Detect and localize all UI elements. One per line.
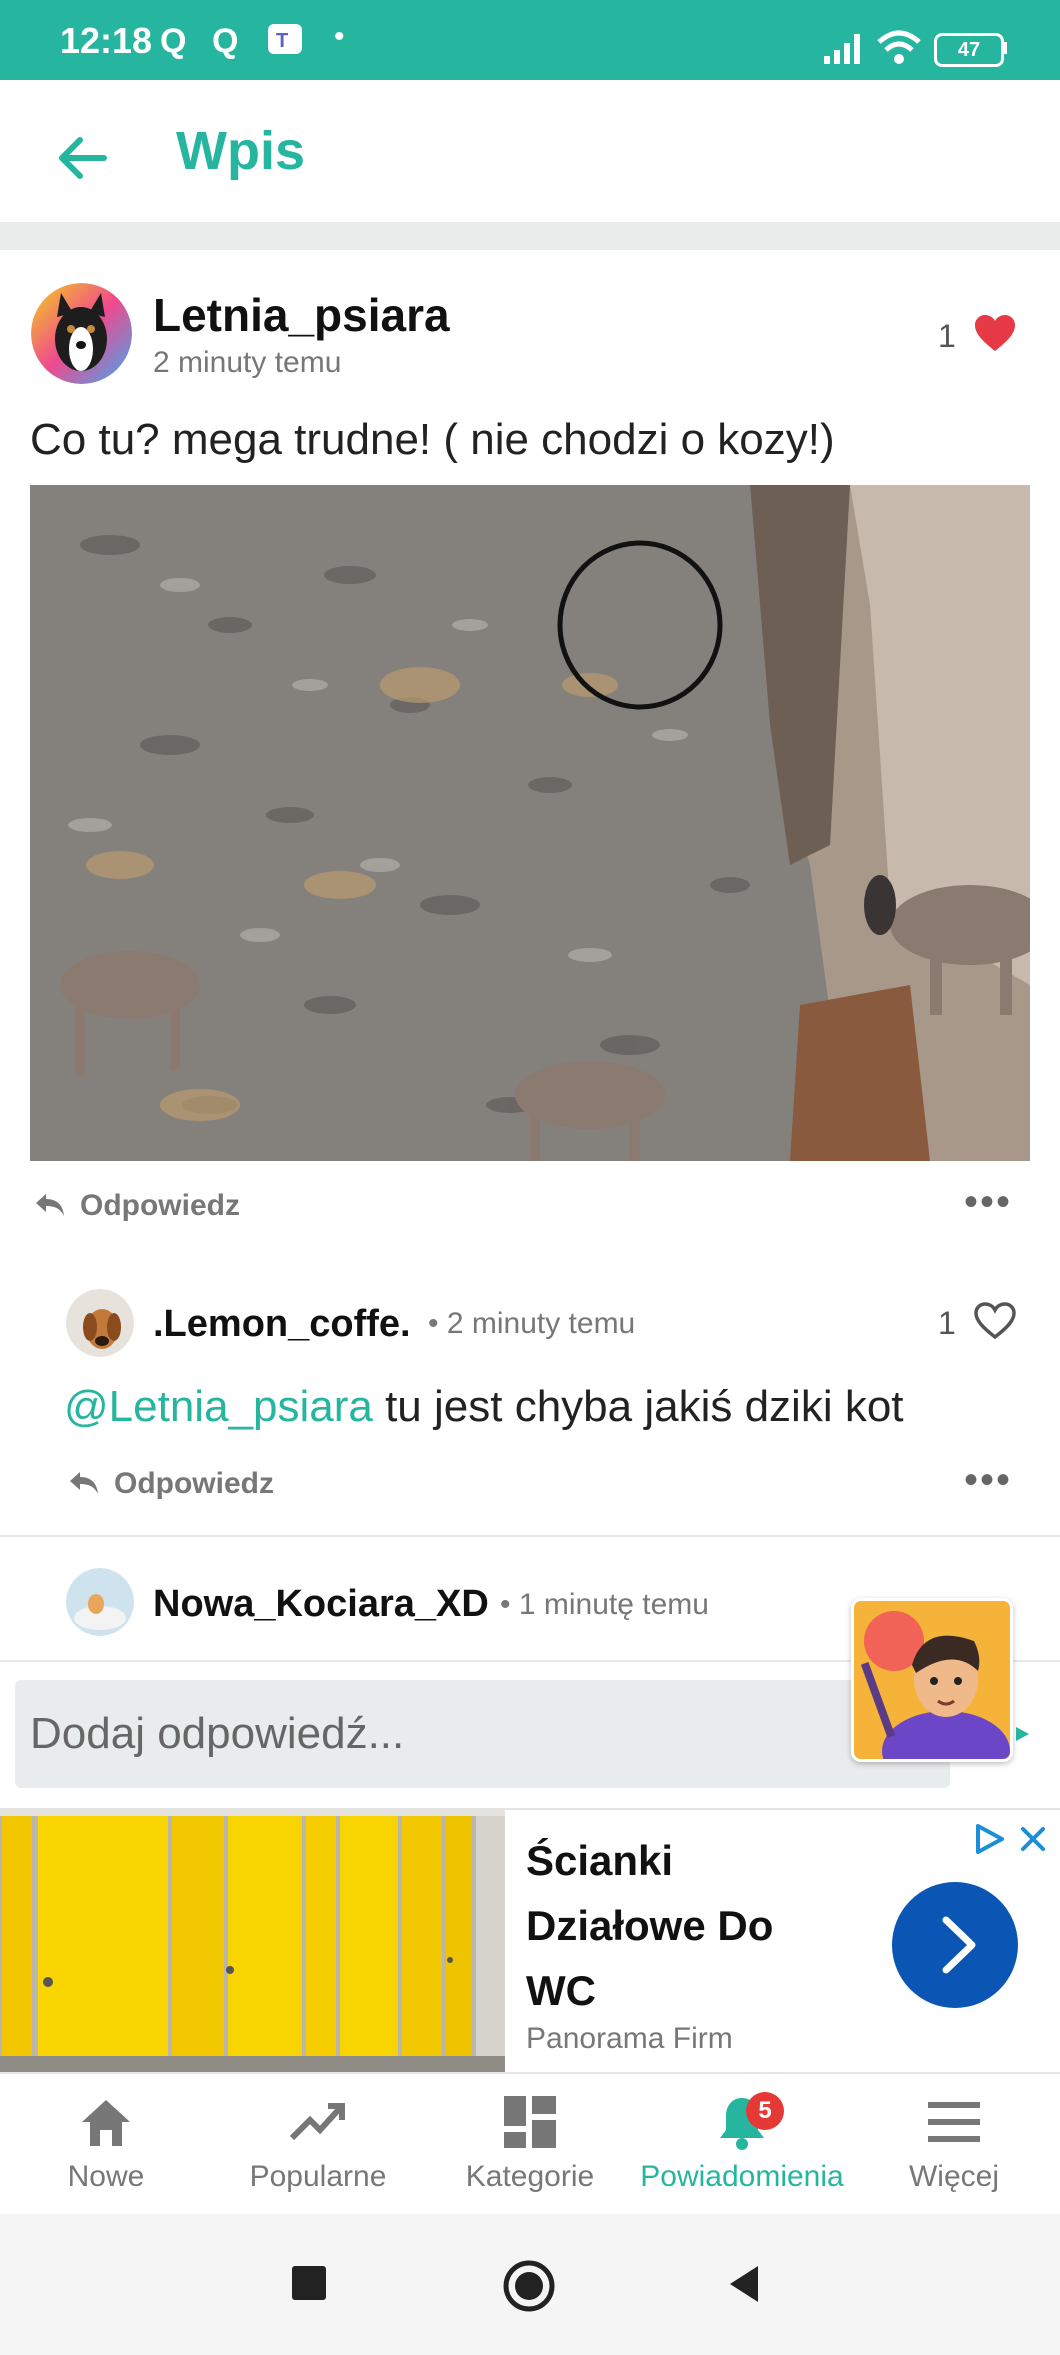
svg-text:T: T bbox=[276, 30, 288, 52]
post-author-avatar[interactable] bbox=[31, 283, 132, 384]
ad-go-button[interactable] bbox=[892, 1882, 1018, 2008]
floating-promo-avatar[interactable] bbox=[851, 1598, 1013, 1762]
nav-item-nowe[interactable]: Nowe bbox=[0, 2074, 212, 2214]
back-arrow-icon[interactable] bbox=[54, 130, 110, 186]
comment-mention[interactable]: @Letnia_psiara bbox=[64, 1382, 373, 1431]
section-divider bbox=[0, 222, 1060, 250]
status-dot: • bbox=[334, 20, 345, 53]
nav-item-wiecej[interactable]: Więcej bbox=[848, 2074, 1060, 2214]
comment-text: @Letnia_psiara tu jest chyba jakiś dziki… bbox=[64, 1382, 904, 1432]
nav-label: Kategorie bbox=[465, 2160, 595, 2193]
battery-tip bbox=[1002, 42, 1007, 54]
ad-brand[interactable]: Panorama Firm bbox=[526, 2022, 733, 2056]
heart-filled-icon[interactable] bbox=[973, 313, 1017, 353]
comment-author-name[interactable]: Nowa_Kociara_XD bbox=[153, 1583, 489, 1626]
signal-icon bbox=[824, 34, 860, 64]
recent-apps-icon[interactable] bbox=[290, 2264, 328, 2302]
menu-icon bbox=[928, 2102, 980, 2142]
post-more-button[interactable]: ••• bbox=[964, 1180, 1012, 1225]
comment-body: tu jest chyba jakiś dziki kot bbox=[372, 1382, 904, 1431]
notification-q-icon: Q bbox=[212, 22, 239, 60]
nav-item-kategorie[interactable]: Kategorie bbox=[424, 2074, 636, 2214]
home-icon bbox=[82, 2100, 130, 2146]
comment-author-avatar[interactable] bbox=[66, 1568, 134, 1636]
nav-item-popularne[interactable]: Popularne bbox=[212, 2074, 424, 2214]
app-header: Wpis bbox=[0, 80, 1060, 222]
back-button-icon[interactable] bbox=[726, 2264, 762, 2304]
reply-icon[interactable] bbox=[68, 1468, 100, 1496]
post-author-name[interactable]: Letnia_psiara bbox=[153, 288, 450, 342]
reply-icon[interactable] bbox=[34, 1190, 66, 1218]
status-time: 12:18 bbox=[60, 20, 153, 61]
page-title: Wpis bbox=[176, 121, 305, 181]
status-bar: 12:18 Q Q T • 47 bbox=[0, 0, 1060, 80]
trending-icon bbox=[289, 2103, 345, 2141]
nav-label: Powiadomienia bbox=[640, 2160, 844, 2193]
post-timestamp: 2 minuty temu bbox=[153, 346, 342, 379]
comment-timestamp: • 1 minutę temu bbox=[500, 1588, 709, 1621]
comment-author-avatar[interactable] bbox=[66, 1289, 134, 1357]
teams-icon: T bbox=[268, 24, 302, 54]
ad-choices-icon[interactable] bbox=[972, 1822, 1008, 1856]
nav-label: Więcej bbox=[908, 2160, 999, 2193]
wifi-icon bbox=[877, 30, 921, 64]
ad-title[interactable]: Ścianki Działowe Do WC bbox=[526, 1828, 826, 2023]
comment-divider bbox=[0, 1535, 1060, 1537]
heart-outline-icon[interactable] bbox=[973, 1301, 1017, 1341]
reply-input[interactable]: Dodaj odpowiedź... bbox=[15, 1680, 950, 1788]
comment-timestamp: • 2 minuty temu bbox=[428, 1307, 636, 1340]
notification-q-icon: Q bbox=[160, 22, 187, 60]
nav-label: Popularne bbox=[249, 2160, 387, 2193]
battery-indicator: 47 bbox=[934, 33, 1004, 67]
ad-close-icon[interactable] bbox=[1018, 1824, 1048, 1854]
post-reply-button[interactable]: Odpowiedz bbox=[80, 1189, 240, 1223]
ad-banner[interactable]: Ścianki Działowe Do WC Panorama Firm bbox=[0, 1808, 1060, 2072]
post-image[interactable] bbox=[30, 485, 1030, 1161]
nav-item-powiadomienia[interactable]: 5 Powiadomienia bbox=[636, 2074, 848, 2214]
comment-reply-button[interactable]: Odpowiedz bbox=[114, 1467, 274, 1501]
home-button-icon[interactable] bbox=[502, 2259, 556, 2313]
ad-image[interactable] bbox=[0, 1810, 505, 2072]
system-navigation-bar bbox=[0, 2214, 1060, 2355]
nav-label: Nowe bbox=[67, 2160, 145, 2193]
play-indicator-icon bbox=[1016, 1727, 1029, 1741]
post-like-count: 1 bbox=[938, 318, 956, 354]
comment-more-button[interactable]: ••• bbox=[964, 1458, 1012, 1503]
comment-author-name[interactable]: .Lemon_coffe. bbox=[153, 1303, 411, 1346]
bottom-navigation: Nowe Popularne Kategorie 5 Powiadomienia… bbox=[0, 2072, 1060, 2214]
notification-badge: 5 bbox=[746, 2092, 784, 2130]
chevron-right-icon bbox=[942, 1916, 976, 1974]
grid-icon bbox=[504, 2096, 556, 2148]
comment-like-count: 1 bbox=[938, 1305, 956, 1341]
post-text: Co tu? mega trudne! ( nie chodzi o kozy!… bbox=[30, 415, 835, 464]
